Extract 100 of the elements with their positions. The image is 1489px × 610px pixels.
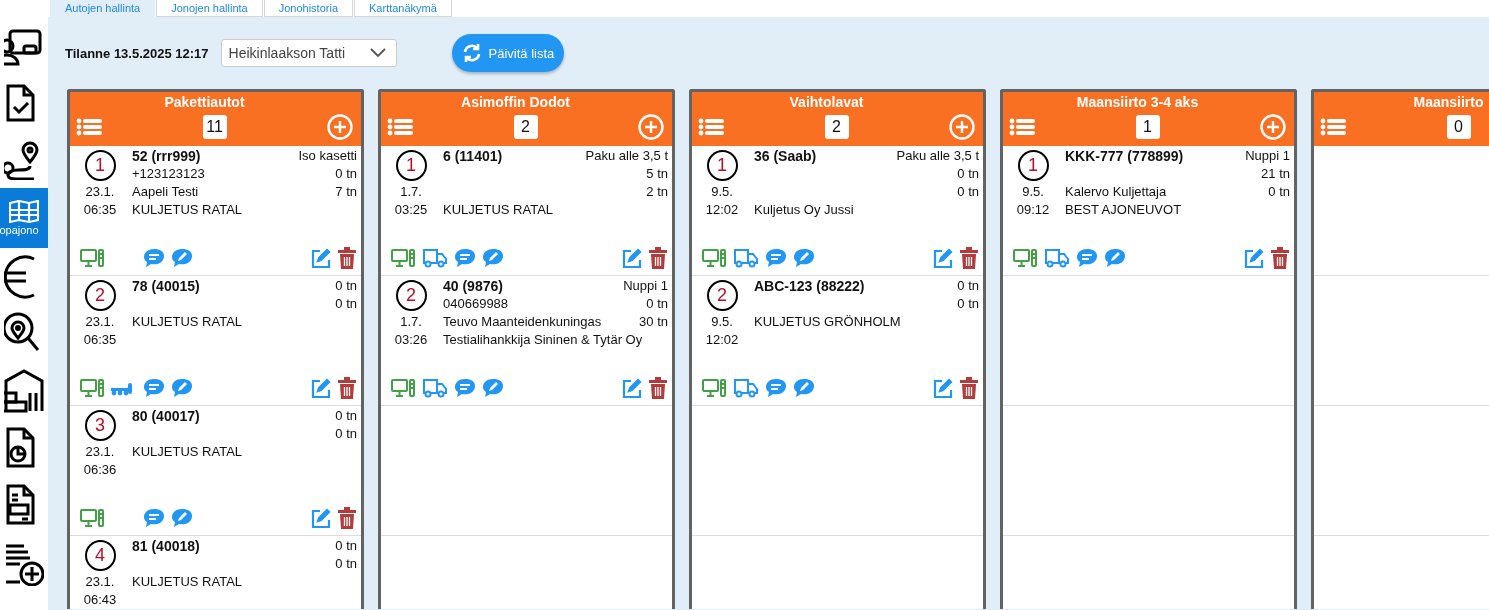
chevron-down-icon [369, 48, 386, 58]
vehicle-spec: 0 tn [335, 555, 357, 573]
edit-icon[interactable] [621, 247, 642, 269]
queue-title: Vaihtolavat [788, 94, 865, 112]
arrival-time: 06:43 [82, 591, 118, 609]
company-name: BEST AJONEUVOT [1065, 201, 1183, 219]
arrival-date: 1.7. [399, 183, 423, 201]
chat-pen-icon[interactable] [793, 248, 815, 268]
computer-icon[interactable] [391, 379, 416, 397]
queue-position: 1 [1017, 149, 1049, 181]
phone-number: 040669988 [443, 295, 510, 313]
chat-icon[interactable] [143, 508, 165, 528]
tab[interactable]: Jonojen hallinta [156, 0, 263, 17]
chat-icon[interactable] [143, 378, 165, 398]
add-icon[interactable] [327, 114, 353, 140]
list-icon[interactable] [698, 118, 724, 136]
chat-pen-icon[interactable] [793, 378, 815, 398]
sidebar-label: opajono [0, 224, 39, 236]
truck-icon[interactable] [422, 248, 448, 268]
queue-position: 2 [84, 279, 116, 311]
chat-pen-icon[interactable] [171, 378, 193, 398]
sidebar-item[interactable]: opajono [0, 188, 48, 248]
arrival-time: 12:02 [704, 201, 740, 219]
chat-pen-icon[interactable] [171, 248, 193, 268]
chat-pen-icon[interactable] [1104, 248, 1126, 268]
list-icon[interactable] [387, 118, 413, 136]
company-name: KULJETUS RATAL [132, 201, 244, 219]
add-icon[interactable] [1260, 114, 1286, 140]
edit-icon[interactable] [1243, 247, 1264, 269]
delete-icon[interactable] [648, 247, 668, 269]
add-icon[interactable] [949, 114, 975, 140]
chat-icon[interactable] [454, 248, 476, 268]
vehicle-card[interactable]: 4 81 (40018) 0 tn 0 tn 23.1. KULJETUS RATAL 06:43 [70, 536, 361, 610]
computer-icon[interactable] [1013, 249, 1038, 267]
delete-icon[interactable] [337, 377, 357, 399]
chat-icon[interactable] [1076, 248, 1098, 268]
computer-icon[interactable] [80, 249, 105, 267]
vehicle-title: 78 (40015) [132, 277, 201, 295]
edit-icon[interactable] [310, 247, 331, 269]
computer-icon[interactable] [391, 249, 416, 267]
computer-icon[interactable] [80, 379, 105, 397]
list-icon[interactable] [1009, 118, 1035, 136]
vehicle-card[interactable]: 1 6 (11401) Paku alle 3,5 t 5 tn 1.7. 2 tn 03:25 KULJETUS RATAL [381, 146, 672, 276]
vehicle-card[interactable]: 1 52 (rrr999) Iso kasetti +123123123 0 tn 23.1. Aapeli Testi 7 tn 06:35 KULJETUS RATAL [70, 146, 361, 276]
delete-icon[interactable] [337, 507, 357, 529]
chat-pen-icon[interactable] [482, 378, 504, 398]
arrival-time: 09:12 [1015, 201, 1051, 219]
chat-icon[interactable] [143, 248, 165, 268]
truck-icon[interactable] [1044, 248, 1070, 268]
vehicle-card[interactable]: 2 40 (9876) Nuppi 1 040669988 0 tn 1.7. Teuvo Maanteidenkuningas 30 tn 03:26 Testialihankkija Sininen & Tytär Oy [381, 276, 672, 406]
chat-icon[interactable] [765, 378, 787, 398]
vehicle-card[interactable]: 3 80 (40017) 0 tn 0 tn 23.1. KULJETUS RATAL 06:36 [70, 406, 361, 536]
computer-icon[interactable] [80, 509, 105, 527]
truck-icon[interactable] [733, 378, 759, 398]
chat-pen-icon[interactable] [482, 248, 504, 268]
edit-icon[interactable] [621, 377, 642, 399]
vehicle-spec: 2 tn [645, 183, 668, 201]
list-icon[interactable] [76, 118, 102, 136]
vehicle-title: 36 (Saab) [754, 147, 818, 165]
delete-icon[interactable] [959, 247, 979, 269]
chat-pen-icon[interactable] [171, 508, 193, 528]
tab[interactable]: Karttanäkymä [354, 0, 452, 17]
queue-position: 4 [84, 539, 116, 571]
vehicle-card[interactable]: 1 36 (Saab) Paku alle 3,5 t 0 tn 9.5. 0 tn 12:02 Kuljetus Oy Jussi [692, 146, 983, 276]
delete-icon[interactable] [337, 247, 357, 269]
edit-icon[interactable] [310, 377, 331, 399]
arrival-time: 03:25 [393, 201, 429, 219]
vehicle-card[interactable]: 2 78 (40015) 0 tn 0 tn 23.1. KULJETUS RATAL 06:35 [70, 276, 361, 406]
computer-icon[interactable] [702, 379, 727, 397]
queue-title: Maansiirto 3-4 aks [1075, 94, 1200, 112]
edit-icon[interactable] [932, 377, 953, 399]
tab[interactable]: Jonohistoria [263, 0, 353, 17]
vehicle-spec: 0 tn [956, 183, 979, 201]
queue-dropdown[interactable]: Heikinlaakson Tatti [220, 39, 397, 67]
arrival-date: 1.7. [399, 313, 423, 331]
vehicle-spec: 7 tn [334, 183, 357, 201]
delete-icon[interactable] [648, 377, 668, 399]
vehicle-card[interactable]: 1 KKK-777 (778899) Nuppi 1 21 tn 9.5. Kalervo Kuljettaja 0 tn 09:12 BEST AJONEUVOT [1003, 146, 1294, 276]
delete-icon[interactable] [959, 377, 979, 399]
vehicle-spec: 0 tn [1267, 183, 1290, 201]
vehicle-spec: 0 tn [335, 537, 357, 555]
vehicle-card[interactable]: 2 ABC-123 (88222) 0 tn 0 tn 9.5. KULJETUS GRÖNHOLM 12:02 [692, 276, 983, 406]
edit-icon[interactable] [310, 507, 331, 529]
queue-position: 2 [395, 279, 427, 311]
arrival-date: 9.5. [710, 313, 734, 331]
delete-icon[interactable] [1270, 247, 1290, 269]
edit-icon[interactable] [932, 247, 953, 269]
truck-icon[interactable] [422, 378, 448, 398]
add-icon[interactable] [638, 114, 664, 140]
chat-icon[interactable] [765, 248, 787, 268]
list-icon[interactable] [1320, 118, 1346, 136]
vehicle-spec: Nuppi 1 [623, 277, 668, 295]
chat-icon[interactable] [454, 378, 476, 398]
arrival-time: 06:36 [82, 461, 118, 479]
computer-icon[interactable] [702, 249, 727, 267]
company-name: KULJETUS RATAL [132, 573, 244, 591]
truck-icon[interactable] [733, 248, 759, 268]
arrival-date: 23.1. [84, 313, 116, 331]
arrival-date: 9.5. [710, 183, 734, 201]
queue-count: 1 [1135, 115, 1160, 139]
